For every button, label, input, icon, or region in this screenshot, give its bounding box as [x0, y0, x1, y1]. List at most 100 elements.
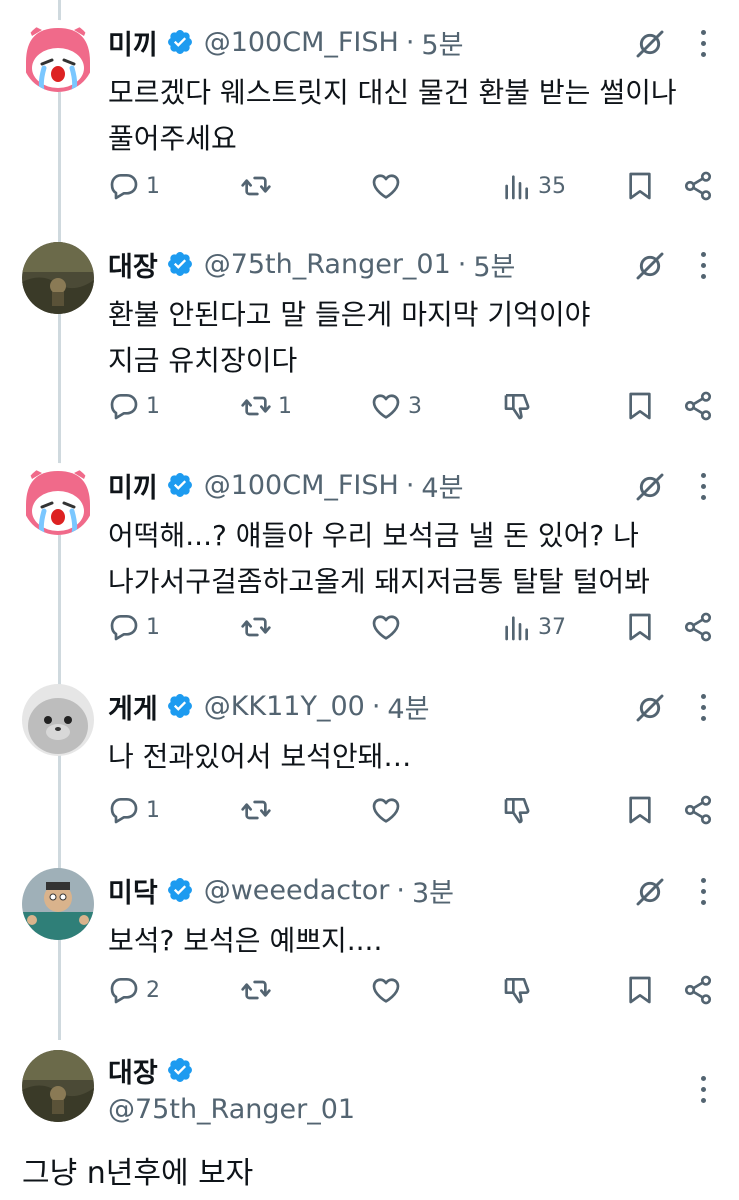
share-button[interactable] — [682, 792, 714, 828]
handle[interactable]: @100CM_FISH — [204, 470, 399, 501]
display-name[interactable]: 미끼 — [108, 23, 158, 62]
avatar[interactable] — [22, 20, 94, 92]
like-button[interactable] — [370, 792, 408, 828]
bookmark-button[interactable] — [624, 168, 656, 204]
reply-button[interactable]: 1 — [108, 168, 160, 204]
reply-icon — [108, 390, 140, 422]
grok-icon[interactable] — [634, 250, 666, 282]
tweet-text: 나 전과있어서 보석안돼… — [108, 740, 412, 773]
reply-button[interactable]: 2 — [108, 972, 160, 1008]
reply-count: 1 — [146, 797, 160, 823]
reply-icon — [108, 170, 140, 202]
tweet[interactable]: 미끼 @100CM_FISH · 4분 어떡해...? 얘들아 우리 보석금 낼… — [0, 443, 739, 663]
dislike-button[interactable] — [502, 792, 534, 828]
display-name[interactable]: 대장 — [108, 1051, 158, 1090]
like-button[interactable]: 3 — [370, 388, 422, 424]
more-options-icon[interactable] — [700, 252, 708, 285]
separator-dot: · — [396, 874, 405, 906]
verified-badge-icon — [166, 471, 194, 499]
grok-icon[interactable] — [634, 692, 666, 724]
bookmark-button[interactable] — [624, 972, 656, 1008]
handle[interactable]: @KK11Y_00 — [204, 691, 365, 722]
share-button[interactable] — [682, 609, 714, 645]
tweet-text: 모르겠다 웨스트릿지 대신 물건 환불 받는 썰이나 풀어주세요 — [108, 76, 677, 155]
heart-icon — [370, 390, 402, 422]
more-options-icon[interactable] — [700, 30, 708, 63]
reply-button[interactable]: 1 — [108, 388, 160, 424]
reply-count: 1 — [146, 393, 160, 419]
tweet[interactable]: 미끼 @100CM_FISH · 5분 모르겠다 웨스트릿지 대신 물건 환불 … — [0, 0, 739, 220]
retweet-button[interactable] — [240, 168, 278, 204]
verified-badge-icon — [166, 1056, 194, 1084]
bookmark-button[interactable] — [624, 388, 656, 424]
timestamp[interactable]: 3분 — [412, 871, 454, 910]
grok-icon[interactable] — [634, 876, 666, 908]
like-button[interactable] — [370, 972, 408, 1008]
timestamp[interactable]: 5분 — [421, 23, 463, 62]
action-bar: 2 — [108, 972, 728, 1008]
verified-badge-icon — [166, 28, 194, 56]
grok-icon[interactable] — [634, 471, 666, 503]
like-button[interactable] — [370, 168, 408, 204]
reply-count: 2 — [146, 977, 160, 1003]
more-options-icon[interactable] — [700, 694, 708, 727]
share-button[interactable] — [682, 388, 714, 424]
tweet-header: 미끼 @100CM_FISH · 5분 — [108, 22, 463, 62]
share-button[interactable] — [682, 972, 714, 1008]
more-options-icon[interactable] — [700, 1076, 708, 1109]
views-button[interactable]: 35 — [500, 168, 566, 204]
dislike-button[interactable] — [502, 388, 534, 424]
tweet[interactable]: 게게 @KK11Y_00 · 4분 나 전과있어서 보석안돼… 1 — [0, 664, 739, 844]
avatar[interactable] — [22, 1050, 94, 1122]
timestamp[interactable]: 4분 — [387, 687, 429, 726]
handle[interactable]: @weeedactor — [204, 875, 390, 906]
display-name[interactable]: 미닥 — [108, 871, 158, 910]
tweet[interactable]: 대장 @75th_Ranger_01 · 5분 환불 안된다고 말 들은게 마지… — [0, 222, 739, 442]
thumbs-down-icon — [502, 794, 534, 826]
reply-icon — [108, 974, 140, 1006]
retweet-icon — [240, 794, 272, 826]
avatar[interactable] — [22, 242, 94, 314]
action-bar: 1 1 3 — [108, 388, 728, 424]
grok-icon[interactable] — [634, 28, 666, 60]
display-name[interactable]: 게게 — [108, 687, 158, 726]
timestamp[interactable]: 5분 — [473, 245, 515, 284]
bookmark-button[interactable] — [624, 609, 656, 645]
tweet-header: 게게 @KK11Y_00 · 4분 — [108, 686, 429, 726]
reply-count: 1 — [146, 614, 160, 640]
handle[interactable]: @100CM_FISH — [204, 27, 399, 58]
verified-badge-icon — [166, 692, 194, 720]
dislike-button[interactable] — [502, 972, 534, 1008]
views-count: 35 — [538, 173, 566, 199]
heart-icon — [370, 170, 402, 202]
main-tweet[interactable]: 대장 @75th_Ranger_01 그냥 n년후에 보자 — [0, 1030, 739, 1200]
views-button[interactable]: 37 — [500, 609, 566, 645]
bookmark-button[interactable] — [624, 792, 656, 828]
avatar[interactable] — [22, 684, 94, 756]
avatar-seal-image — [22, 684, 94, 756]
retweet-button[interactable] — [240, 792, 278, 828]
avatar[interactable] — [22, 868, 94, 940]
display-name[interactable]: 대장 — [108, 245, 158, 284]
handle[interactable]: @75th_Ranger_01 — [108, 1094, 355, 1125]
display-name[interactable]: 미끼 — [108, 466, 158, 505]
separator-dot: · — [405, 26, 415, 58]
reply-icon — [108, 611, 140, 643]
retweet-button[interactable] — [240, 972, 278, 1008]
retweet-button[interactable]: 1 — [240, 388, 292, 424]
more-options-icon[interactable] — [700, 473, 708, 506]
bookmark-icon — [624, 170, 656, 202]
tweet[interactable]: 미닥 @weeedactor · 3분 보석? 보석은 예쁘지.... 2 — [0, 848, 739, 1028]
share-button[interactable] — [682, 168, 714, 204]
avatar[interactable] — [22, 463, 94, 535]
action-bar: 1 — [108, 792, 728, 828]
retweet-count: 1 — [278, 393, 292, 419]
reply-button[interactable]: 1 — [108, 792, 160, 828]
like-button[interactable] — [370, 609, 408, 645]
retweet-button[interactable] — [240, 609, 278, 645]
handle[interactable]: @75th_Ranger_01 — [204, 249, 451, 280]
reply-button[interactable]: 1 — [108, 609, 160, 645]
timestamp[interactable]: 4분 — [421, 466, 463, 505]
more-options-icon[interactable] — [700, 878, 708, 911]
main-display-name-row: 대장 — [108, 1050, 204, 1090]
